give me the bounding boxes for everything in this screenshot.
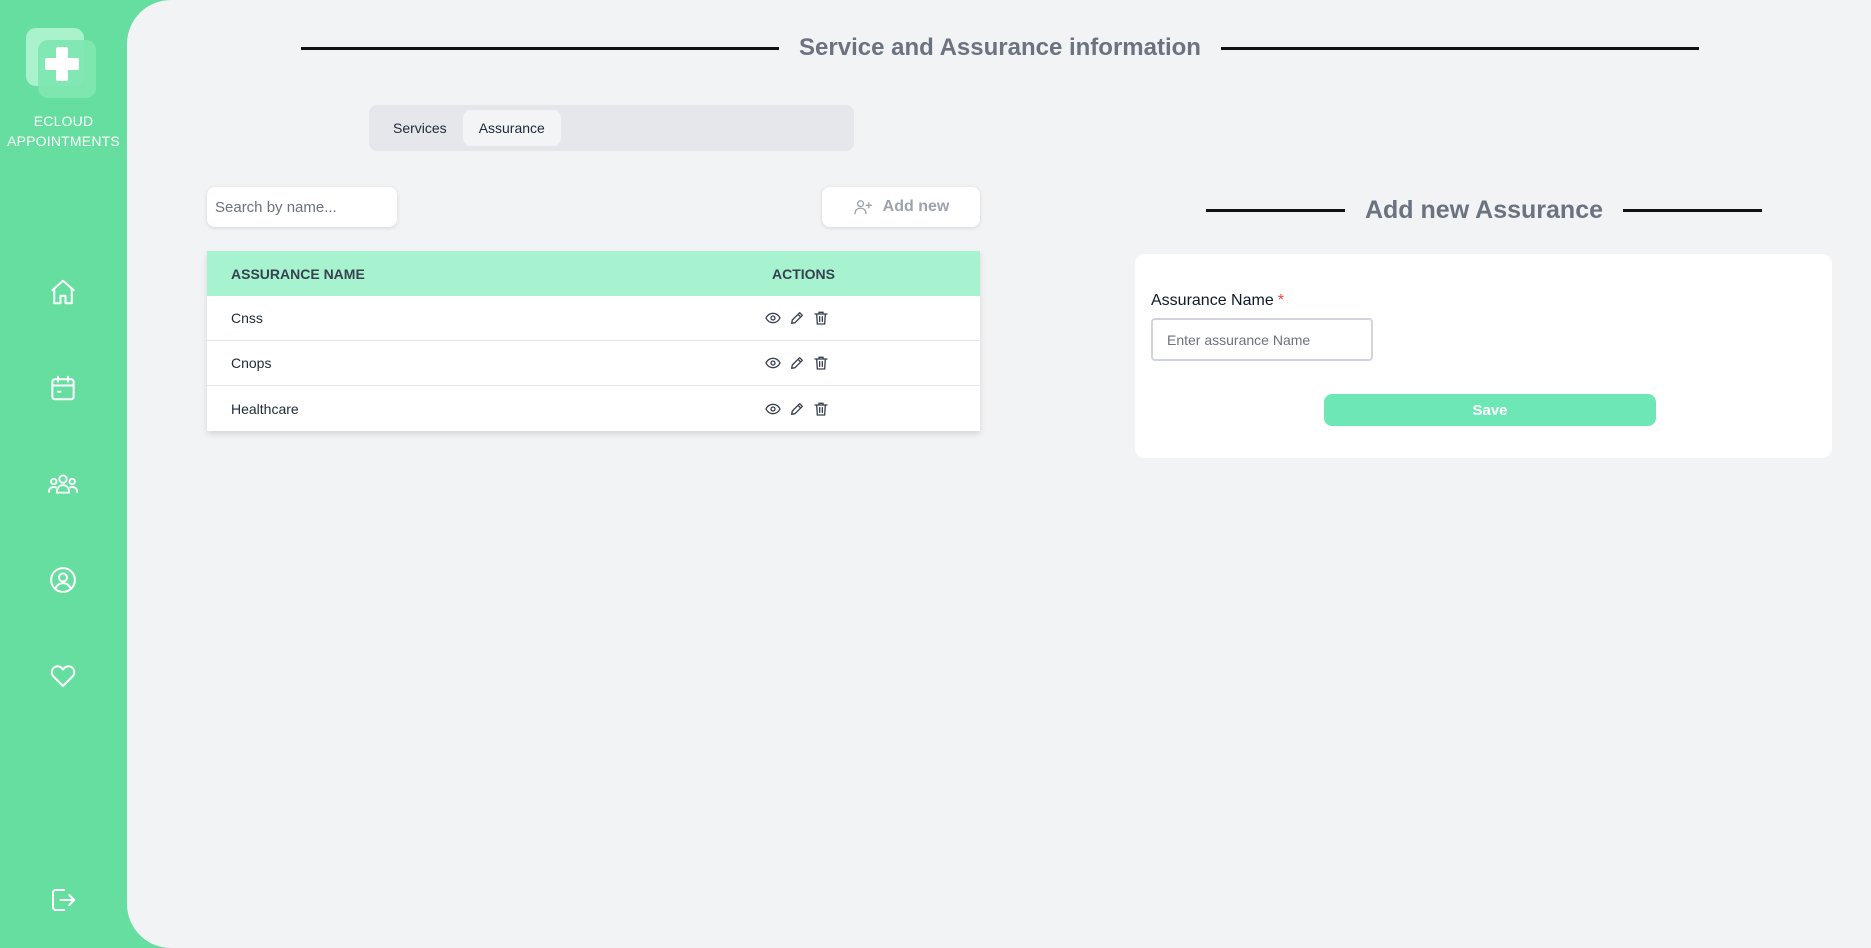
tab-bar: Services Assurance bbox=[369, 105, 854, 151]
brand-line-1: ECLOUD bbox=[33, 113, 94, 129]
pencil-icon bbox=[791, 402, 803, 415]
column-header-name: ASSURANCE NAME bbox=[231, 265, 365, 282]
page-header: Service and Assurance information bbox=[301, 34, 1699, 62]
view-button[interactable] bbox=[765, 401, 781, 417]
pencil-icon bbox=[791, 312, 803, 324]
add-new-button[interactable]: Add new bbox=[822, 187, 980, 227]
required-mark: * bbox=[1277, 292, 1284, 309]
logout-button[interactable] bbox=[44, 881, 82, 919]
view-button[interactable] bbox=[765, 310, 781, 326]
tab-services[interactable]: Services bbox=[377, 110, 463, 146]
table-row: Cnops bbox=[207, 341, 980, 386]
main-content: Service and Assurance information Servic… bbox=[127, 0, 1871, 948]
row-actions bbox=[727, 401, 980, 417]
add-assurance-form: Assurance Name* Save bbox=[1135, 254, 1832, 458]
heart-icon bbox=[50, 665, 76, 687]
assurance-name-cell: Healthcare bbox=[231, 400, 299, 417]
app-logo[interactable] bbox=[26, 28, 96, 98]
nav-favorites[interactable] bbox=[44, 657, 82, 695]
form-header: Add new Assurance bbox=[1206, 196, 1762, 225]
nav-users[interactable] bbox=[44, 465, 82, 503]
add-new-label: Add new bbox=[882, 198, 950, 215]
row-actions bbox=[727, 310, 980, 326]
assurance-name-cell: Cnops bbox=[231, 355, 272, 371]
sidebar: ECLOUD APPOINTMENTS bbox=[0, 0, 127, 948]
users-icon bbox=[47, 474, 79, 494]
nav-home[interactable] bbox=[44, 273, 82, 311]
assurance-name-cell: Cnss bbox=[231, 310, 263, 326]
table-header: ASSURANCE NAME ACTIONS bbox=[207, 251, 980, 296]
calendar-icon bbox=[51, 375, 75, 401]
trash-icon bbox=[814, 311, 828, 325]
form-title-divider-left bbox=[1206, 209, 1345, 212]
row-actions bbox=[727, 355, 980, 371]
title-divider-left bbox=[301, 46, 780, 50]
save-button[interactable]: Save bbox=[1324, 394, 1656, 426]
brand-name: ECLOUD APPOINTMENTS bbox=[0, 111, 127, 151]
eye-icon bbox=[765, 312, 781, 324]
form-title-divider-right bbox=[1623, 209, 1762, 212]
view-button[interactable] bbox=[765, 355, 781, 371]
page-title: Service and Assurance information bbox=[799, 34, 1201, 61]
tab-assurance[interactable]: Assurance bbox=[462, 110, 561, 146]
nav-calendar[interactable] bbox=[44, 369, 82, 407]
brand-line-2: APPOINTMENTS bbox=[7, 133, 120, 149]
eye-icon bbox=[765, 357, 781, 369]
delete-button[interactable] bbox=[813, 355, 829, 371]
eye-icon bbox=[765, 403, 781, 414]
column-header-actions: ACTIONS bbox=[772, 265, 835, 282]
assurance-name-input[interactable] bbox=[1151, 318, 1373, 361]
assurance-name-label: Assurance Name * bbox=[1151, 292, 1284, 310]
table-row: Cnss bbox=[207, 296, 980, 341]
edit-button[interactable] bbox=[789, 401, 805, 417]
home-icon bbox=[51, 279, 75, 305]
trash-icon bbox=[814, 402, 828, 416]
table-row: Healthcare bbox=[207, 386, 980, 431]
assurance-table: ASSURANCE NAME ACTIONS Cnss Cnops Health… bbox=[207, 251, 980, 431]
nav-profile[interactable] bbox=[44, 561, 82, 599]
delete-button[interactable] bbox=[813, 310, 829, 326]
user-circle-icon bbox=[50, 567, 76, 593]
logout-icon bbox=[52, 889, 76, 911]
assurance-name-label-text: Assurance Name bbox=[1151, 292, 1274, 309]
edit-button[interactable] bbox=[789, 355, 805, 371]
trash-icon bbox=[814, 356, 828, 370]
title-divider-right bbox=[1220, 46, 1699, 50]
delete-button[interactable] bbox=[813, 401, 829, 417]
search-input[interactable] bbox=[207, 187, 397, 227]
form-title: Add new Assurance bbox=[1364, 196, 1604, 224]
edit-button[interactable] bbox=[789, 310, 805, 326]
user-plus-icon bbox=[854, 200, 872, 215]
plus-icon bbox=[45, 47, 79, 81]
pencil-icon bbox=[791, 357, 803, 369]
